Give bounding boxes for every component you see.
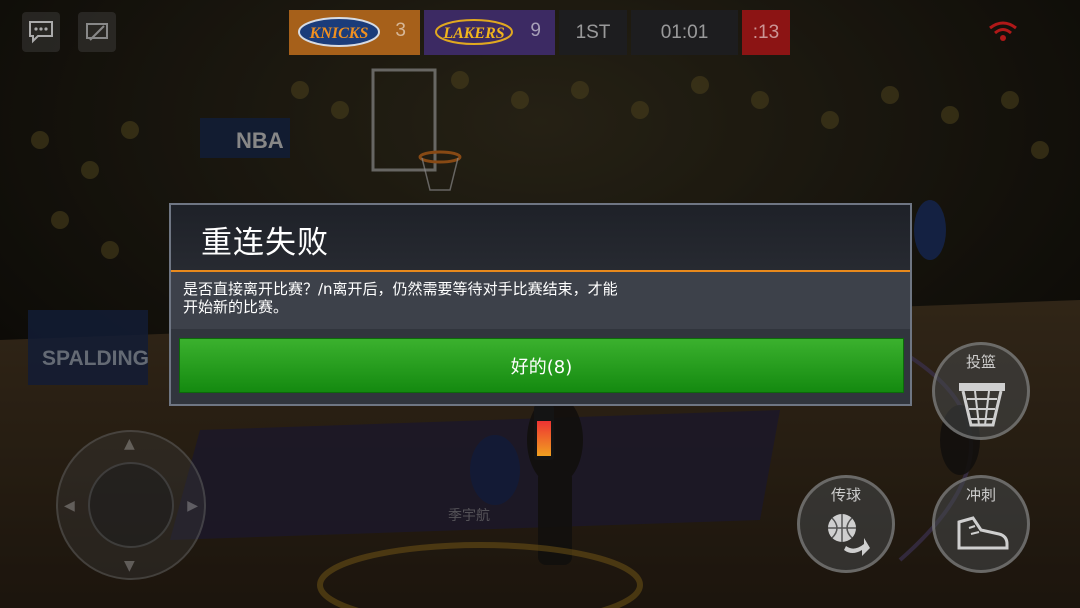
- pass-ball-icon: [828, 514, 870, 556]
- reconnect-failed-dialog: 重连失败 是否直接离开比赛？/n离开后，仍然需要等待对手比赛结束，才能 开始新的…: [169, 203, 912, 406]
- scoreboard: KNICKS 3 LAKERS 9 1ST 01:01 :13: [289, 10, 790, 55]
- wifi-icon: [989, 21, 1017, 41]
- shoot-label: 投篮: [965, 353, 996, 371]
- shot-meter: [534, 405, 554, 460]
- knicks-logo: KNICKS: [298, 17, 380, 47]
- shoot-button[interactable]: 投篮: [932, 342, 1030, 440]
- screen-button[interactable]: [78, 12, 116, 52]
- home-team-name: KNICKS: [309, 25, 369, 42]
- screen-icon: [86, 23, 108, 41]
- pass-button[interactable]: 传球: [797, 475, 895, 573]
- pass-label: 传球: [830, 486, 861, 504]
- dialog-header: 重连失败: [171, 205, 910, 270]
- sprint-label: 冲刺: [965, 486, 996, 504]
- dialog-title: 重连失败: [201, 225, 329, 261]
- dialog-body: 是否直接离开比赛？/n离开后，仍然需要等待对手比赛结束，才能 开始新的比赛。: [171, 272, 910, 329]
- movement-joystick[interactable]: ▲ ▼ ◀ ▶: [56, 430, 206, 580]
- joystick-knob[interactable]: [88, 462, 174, 548]
- joystick-down-arrow: ▼: [124, 558, 135, 574]
- game-period: 1ST: [559, 10, 627, 55]
- joystick-left-arrow: ◀: [64, 498, 75, 514]
- sponsor-banner: SPALDING: [42, 347, 149, 370]
- sprint-button[interactable]: 冲刺: [932, 475, 1030, 573]
- home-score: 3: [395, 20, 406, 41]
- player-name-tag: 季宇航: [448, 508, 490, 524]
- shot-meter-fill: [537, 421, 551, 456]
- away-team-panel: LAKERS 9: [424, 10, 555, 55]
- lakers-logo: LAKERS: [435, 19, 513, 45]
- nba-logo-text: NBA: [236, 128, 284, 153]
- away-team-name: LAKERS: [442, 25, 504, 42]
- chat-button[interactable]: [22, 12, 60, 52]
- chat-icon: [29, 21, 53, 44]
- game-clock: 01:01: [631, 10, 738, 55]
- shot-clock: :13: [742, 10, 790, 55]
- ok-button[interactable]: 好的(8): [179, 338, 904, 393]
- home-team-panel: KNICKS 3: [289, 10, 420, 55]
- basket-hoop-icon: [959, 383, 1005, 427]
- dialog-message: 是否直接离开比赛？/n离开后，仍然需要等待对手比赛结束，才能 开始新的比赛。: [183, 280, 618, 316]
- dialog-footer: 好的(8): [171, 329, 910, 404]
- joystick-right-arrow: ▶: [187, 498, 198, 514]
- sneaker-icon: [957, 516, 1009, 550]
- joystick-up-arrow: ▲: [124, 436, 135, 452]
- away-score: 9: [530, 20, 541, 41]
